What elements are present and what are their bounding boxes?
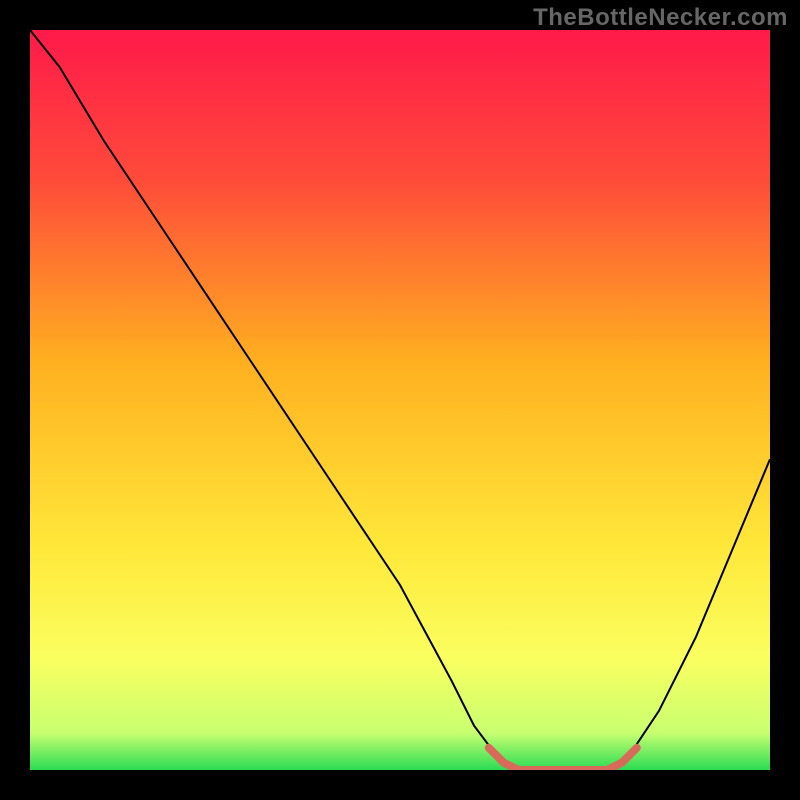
gradient-background <box>30 30 770 770</box>
chart-svg <box>30 30 770 770</box>
watermark-text: TheBottleNecker.com <box>533 4 788 32</box>
plot-area <box>30 30 770 770</box>
chart-frame: TheBottleNecker.com <box>0 0 800 800</box>
